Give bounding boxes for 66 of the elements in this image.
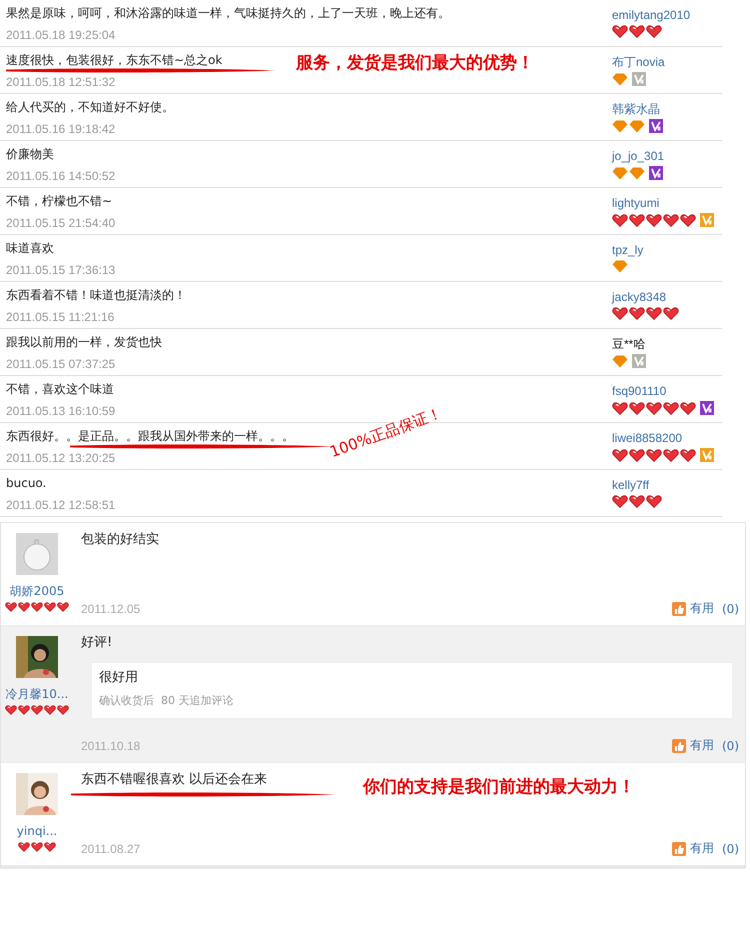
username[interactable]: lightyumi (612, 195, 714, 211)
thumbs-up-icon (672, 738, 686, 752)
comment-time: 2011.05.16 19:18:42 (6, 121, 116, 138)
username[interactable]: fsq901110 (612, 383, 714, 399)
annotation-text: 100%正品保证！ (328, 404, 445, 462)
comment-text: 东西很好。。是正品。。跟我从国外带来的一样。。。 (6, 428, 294, 444)
comment-time: 2011.05.15 17:36:13 (6, 262, 116, 279)
useful-button[interactable]: 有用 (0) (672, 737, 739, 754)
username[interactable]: 胡娇2005 (10, 583, 64, 599)
comment-time: 2011.05.12 12:58:51 (6, 497, 116, 514)
heart-icon (18, 842, 30, 852)
comment-text: 不错，喜欢这个味道 (6, 381, 114, 397)
comment-text: 东西看着不错！味道也挺清淡的！ (6, 287, 186, 303)
comment-time: 2011.05.13 16:10:59 (6, 403, 116, 420)
comment-text: bucuo. (6, 475, 46, 491)
comment-text: 价廉物美 (6, 146, 54, 162)
useful-button[interactable]: 有用 (0) (672, 840, 739, 857)
heart-icon (57, 705, 69, 715)
username[interactable]: 冷月馨10... (6, 686, 68, 702)
heart-icon (18, 705, 30, 715)
thumbs-up-icon (672, 842, 686, 856)
review-text: 东西不错喔很喜欢 以后还会在来 (81, 771, 268, 789)
review-text: 包装的好结实 (81, 531, 159, 549)
annotation-text: 服务，发货是我们最大的优势！ (296, 52, 534, 74)
username[interactable]: emilytang2010 (612, 7, 690, 23)
review-date: 2011.08.27 (81, 842, 140, 856)
comment-time: 2011.05.15 21:54:40 (6, 215, 116, 232)
review-text: 好评! (81, 634, 112, 652)
annotation-text: 你们的支持是我们前进的最大动力！ (363, 776, 635, 798)
heart-icon (31, 602, 43, 612)
comment-time: 2011.05.18 19:25:04 (6, 27, 116, 44)
review-date: 2011.12.05 (81, 602, 140, 616)
username[interactable]: 布丁novia (612, 54, 665, 70)
comment-time: 2011.05.12 13:20:25 (6, 450, 116, 467)
comment-text: 不错，柠檬也不错~ (6, 193, 112, 209)
heart-icon (44, 602, 56, 612)
comment-text: 果然是原味，呵呵，和沐浴露的味道一样，气味挺持久的，上了一天班，晚上还有。 (6, 5, 450, 21)
comment-text: 给人代买的，不知道好不好使。 (6, 99, 174, 115)
useful-button[interactable]: 有用 (0) (672, 600, 739, 617)
username[interactable]: tpz_ly (612, 242, 644, 258)
comment-time: 2011.05.15 11:21:16 (6, 309, 114, 326)
heart-icon (44, 705, 56, 715)
username[interactable]: liwei8858200 (612, 430, 714, 446)
comment-text: 味道喜欢 (6, 240, 54, 256)
comment-time: 2011.05.15 07:37:25 (6, 356, 116, 373)
appended-note: 确认收货后 80 天追加评论 (99, 693, 234, 708)
heart-icon (44, 842, 56, 852)
heart-icon (31, 842, 43, 852)
heart-icon (57, 602, 69, 612)
heart-icon (5, 705, 17, 715)
comment-time: 2011.05.16 14:50:52 (6, 168, 116, 185)
username[interactable]: kelly7ff (612, 477, 662, 493)
comment-text: 速度很快，包装很好，东东不错~总之ok (6, 52, 222, 68)
username[interactable]: jacky8348 (612, 289, 679, 305)
heart-icon (31, 705, 43, 715)
comment-text: 跟我以前用的一样，发货也快 (6, 334, 162, 350)
heart-icon (5, 602, 17, 612)
review-date: 2011.10.18 (81, 738, 140, 752)
username[interactable]: jo_jo_301 (612, 148, 664, 164)
heart-icon (18, 602, 30, 612)
username[interactable]: yinqi... (16, 823, 58, 839)
username: 豆**哈 (612, 336, 646, 352)
username[interactable]: 韩紫水晶 (612, 101, 663, 117)
thumbs-up-icon (672, 602, 686, 616)
appended-text: 很好用 (99, 669, 139, 687)
comment-time: 2011.05.18 12:51:32 (6, 74, 116, 91)
